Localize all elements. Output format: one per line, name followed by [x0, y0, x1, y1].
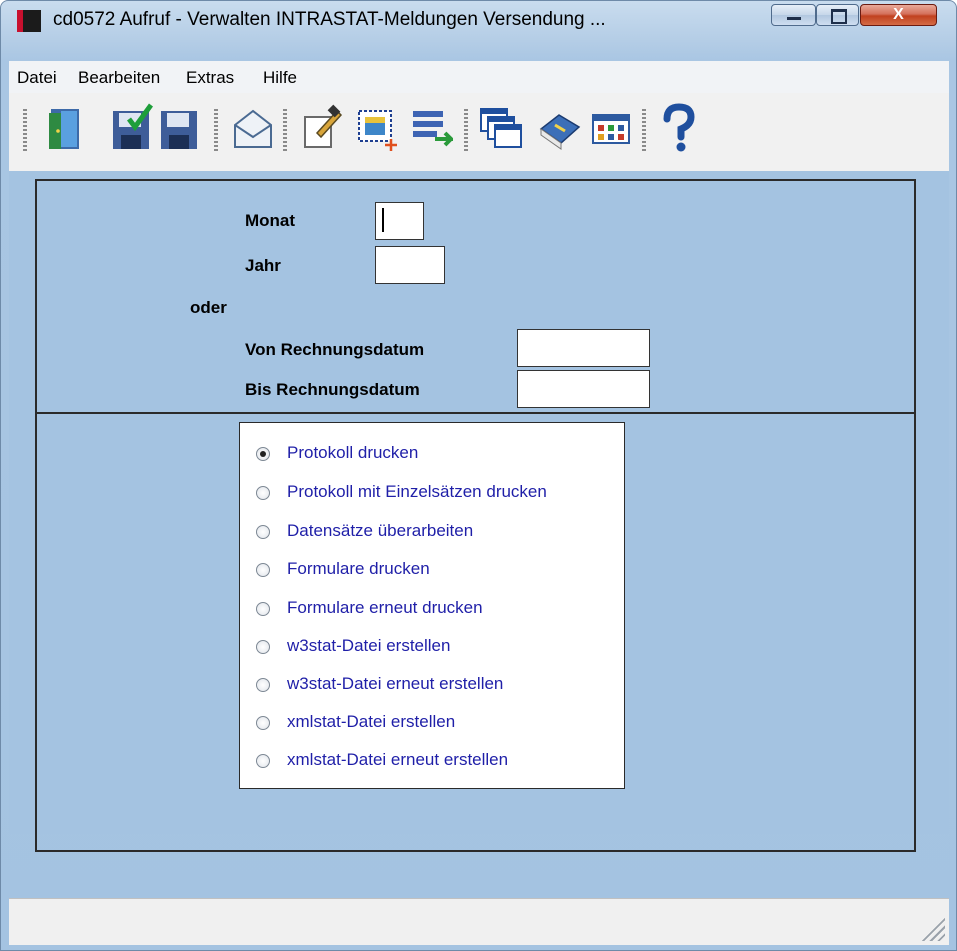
window-title: cd0572 Aufruf - Verwalten INTRASTAT-Meld…: [53, 9, 606, 30]
toolbar-separator: [642, 109, 646, 151]
option-label: Formulare drucken: [287, 559, 430, 578]
bis-rechnungsdatum-label: Bis Rechnungsdatum: [245, 380, 420, 399]
option-label: Formulare erneut drucken: [287, 598, 483, 617]
option-label: xmlstat-Datei erstellen: [287, 712, 456, 731]
status-bar: [9, 898, 949, 945]
toolbar-separator: [214, 109, 218, 151]
save-icon[interactable]: [157, 103, 201, 155]
toolbar-grip[interactable]: [23, 109, 27, 151]
bis-rechnungsdatum-input[interactable]: [517, 370, 650, 408]
menu-hilfe[interactable]: Hilfe: [263, 68, 297, 88]
edit-document-icon[interactable]: [299, 103, 343, 155]
minimize-button[interactable]: [771, 4, 816, 26]
menu-datei[interactable]: Datei: [17, 68, 57, 88]
maximize-icon: [831, 9, 847, 24]
jahr-label: Jahr: [245, 256, 281, 275]
radio-button[interactable]: [256, 640, 270, 654]
monat-label: Monat: [245, 211, 296, 230]
toolbar: [9, 93, 949, 172]
text-cursor: [382, 208, 384, 232]
option-label: Datensätze überarbeiten: [287, 521, 474, 540]
close-button[interactable]: X: [860, 4, 937, 26]
radio-button[interactable]: [256, 716, 270, 730]
menu-bearbeiten[interactable]: Bearbeiten: [78, 68, 160, 88]
grid-table-icon[interactable]: [589, 103, 633, 155]
oder-label: oder: [190, 298, 227, 317]
radio-button[interactable]: [256, 754, 270, 768]
title-bar[interactable]: cd0572 Aufruf - Verwalten INTRASTAT-Meld…: [1, 1, 956, 35]
toolbar-separator: [464, 109, 468, 151]
radio-button[interactable]: [256, 563, 270, 577]
book-icon[interactable]: [537, 103, 581, 155]
app-logo-icon: [17, 10, 41, 32]
radio-button[interactable]: [256, 678, 270, 692]
windows-cascade-icon[interactable]: [479, 103, 523, 155]
option-label: Protokoll drucken: [287, 443, 419, 462]
resize-grip-icon[interactable]: [919, 915, 945, 941]
von-rechnungsdatum-input[interactable]: [517, 329, 650, 367]
option-label: w3stat-Datei erstellen: [287, 636, 451, 655]
option-label: Protokoll mit Einzelsätzen drucken: [287, 482, 547, 501]
radio-button[interactable]: [256, 602, 270, 616]
minimize-icon: [787, 17, 801, 20]
jahr-input[interactable]: [375, 246, 445, 284]
action-options-group: Protokoll drucken Protokoll mit Einzelsä…: [239, 422, 625, 789]
mail-envelope-icon[interactable]: [231, 103, 275, 155]
toolbar-separator: [283, 109, 287, 151]
von-rechnungsdatum-label: Von Rechnungsdatum: [245, 340, 425, 359]
menu-bar: Datei Bearbeiten Extras Hilfe: [9, 61, 949, 94]
radio-button-selected[interactable]: [256, 447, 270, 461]
transfer-list-icon[interactable]: [409, 103, 456, 155]
close-icon: X: [893, 6, 904, 23]
radio-button[interactable]: [256, 525, 270, 539]
option-label: xmlstat-Datei erneut erstellen: [287, 750, 509, 769]
radio-button[interactable]: [256, 486, 270, 500]
menu-extras[interactable]: Extras: [186, 68, 234, 88]
menubar-spacer: [9, 35, 949, 61]
exit-door-icon[interactable]: [43, 103, 87, 155]
maximize-button[interactable]: [816, 4, 859, 26]
panel-divider: [37, 412, 915, 414]
new-record-icon[interactable]: [355, 103, 399, 155]
option-label: w3stat-Datei erneut erstellen: [287, 674, 504, 693]
save-check-icon[interactable]: [109, 103, 154, 155]
application-window: cd0572 Aufruf - Verwalten INTRASTAT-Meld…: [0, 0, 957, 951]
help-question-icon[interactable]: [657, 103, 701, 155]
